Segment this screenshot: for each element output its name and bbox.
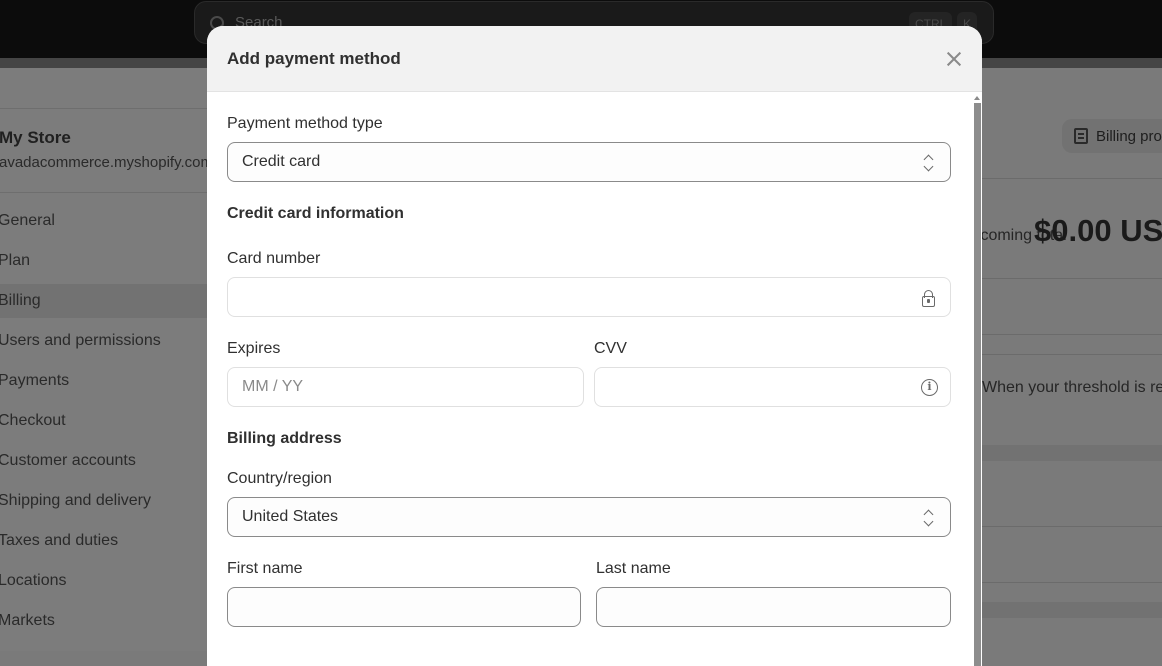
- close-icon[interactable]: [940, 45, 968, 73]
- upcoming-total-value: $0.00 USD: [1034, 213, 1162, 248]
- receipt-icon: [1074, 128, 1088, 144]
- expires-placeholder: MM / YY: [242, 378, 304, 395]
- first-name-input[interactable]: [227, 587, 581, 627]
- divider: [982, 582, 1162, 583]
- threshold-billing-text: When your threshold is reached, you will…: [982, 379, 1162, 396]
- first-name-label: First name: [227, 560, 303, 577]
- sidebar-item-checkout[interactable]: Checkout: [0, 404, 208, 438]
- billing-address-section-title: Billing address: [227, 430, 342, 447]
- divider: [982, 178, 1162, 179]
- sidebar-item-markets[interactable]: Markets: [0, 604, 208, 638]
- payment-method-type-value: Credit card: [242, 153, 321, 170]
- expires-input[interactable]: MM / YY: [227, 367, 584, 407]
- payment-method-type-label: Payment method type: [227, 115, 383, 132]
- country-region-select[interactable]: United States: [227, 497, 951, 537]
- card-number-input[interactable]: [227, 277, 951, 317]
- payment-method-type-select[interactable]: Credit card: [227, 142, 951, 182]
- sidebar-item-payments[interactable]: Payments: [0, 364, 208, 398]
- modal-header: Add payment method: [207, 26, 982, 92]
- modal-title: Add payment method: [227, 48, 401, 68]
- section-separator: [982, 602, 1162, 618]
- country-region-value: United States: [242, 508, 339, 525]
- sidebar-item-shipping-and-delivery[interactable]: Shipping and delivery: [0, 484, 208, 518]
- last-name-input[interactable]: [596, 587, 951, 627]
- last-name-label: Last name: [596, 560, 671, 577]
- section-separator: [982, 445, 1162, 461]
- store-name: My Store: [0, 128, 71, 147]
- country-region-label: Country/region: [227, 470, 332, 487]
- store-domain: avadacommerce.myshopify.com: [0, 154, 213, 171]
- cvv-label: CVV: [594, 340, 627, 357]
- sidebar-item-customer-accounts[interactable]: Customer accounts: [0, 444, 208, 478]
- store-header: [0, 108, 210, 193]
- card-number-label: Card number: [227, 250, 321, 267]
- divider: [982, 334, 1162, 335]
- sidebar-item-taxes-and-duties[interactable]: Taxes and duties: [0, 524, 208, 558]
- info-icon[interactable]: i: [921, 379, 938, 396]
- sidebar-item-plan[interactable]: Plan: [0, 244, 208, 278]
- select-chevrons-icon: [920, 154, 938, 172]
- billing-profile-button[interactable]: Billing profile: [1062, 119, 1162, 153]
- sidebar-item-users-and-permissions[interactable]: Users and permissions: [0, 324, 208, 358]
- divider: [982, 278, 1162, 279]
- sidebar-item-general[interactable]: General: [0, 204, 208, 238]
- scroll-up-arrow-icon[interactable]: [974, 96, 980, 100]
- select-chevrons-icon: [920, 509, 938, 527]
- modal-scrollbar-thumb[interactable]: [974, 103, 981, 666]
- sidebar-item-locations[interactable]: Locations: [0, 564, 208, 598]
- add-payment-method-modal: Add payment method Payment method type C…: [207, 26, 982, 666]
- cvv-input[interactable]: i: [594, 367, 951, 407]
- lock-icon: [920, 289, 938, 307]
- divider: [982, 526, 1162, 527]
- sidebar-item-billing[interactable]: Billing: [0, 284, 208, 318]
- credit-card-section-title: Credit card information: [227, 205, 404, 222]
- expires-label: Expires: [227, 340, 281, 357]
- billing-profile-label: Billing profile: [1096, 127, 1162, 145]
- modal-body: Payment method type Credit card Credit c…: [207, 93, 972, 666]
- divider: [982, 354, 1162, 355]
